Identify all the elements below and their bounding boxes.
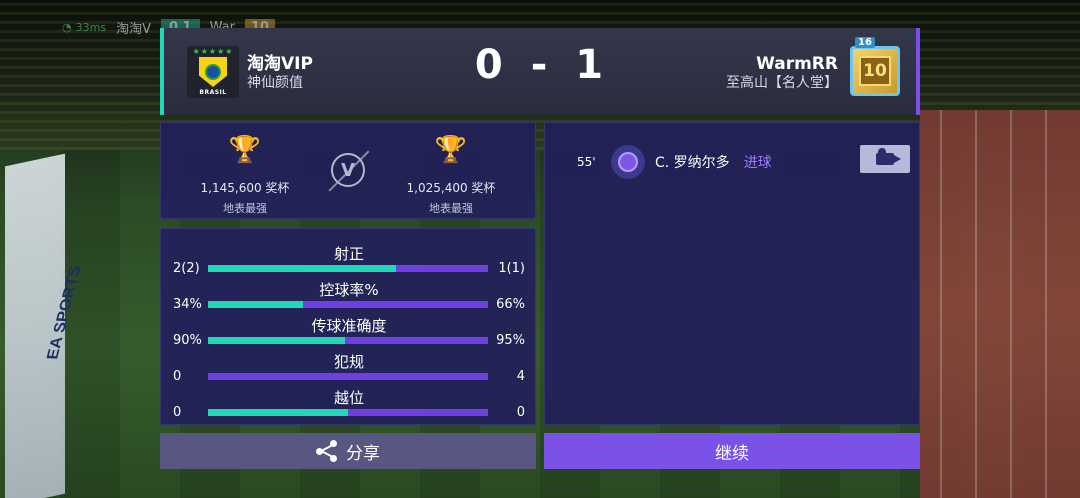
stat-away-value: 0 — [516, 405, 525, 420]
stat-bar — [208, 337, 488, 344]
away-division-badge: 16 10 — [850, 37, 900, 96]
away-trophy-count: 1,025,400 奖杯 — [406, 181, 496, 195]
vs-icon: V — [331, 153, 365, 187]
continue-label: 继续 — [715, 443, 749, 464]
share-label: 分享 — [346, 443, 380, 464]
trophy-icon: 🏆 — [434, 135, 468, 165]
event-row: 55' C. 罗纳尔多 进球 — [577, 145, 772, 179]
stat-row: 犯规 0 4 — [161, 351, 537, 387]
stat-home-value: 0 — [173, 405, 182, 420]
stat-home-value: 0 — [173, 369, 182, 384]
trophy-icon: 🏆 — [228, 135, 262, 165]
stat-bar — [208, 265, 488, 272]
continue-button[interactable]: 继续 — [544, 433, 920, 469]
running-track — [920, 110, 1080, 498]
away-team-name: WarmRR — [756, 54, 838, 74]
stat-row: 越位 0 0 — [161, 387, 537, 423]
stat-home-value: 2(2) — [173, 261, 200, 276]
hud-home-name: 淘淘V — [116, 21, 151, 37]
event-player: C. 罗纳尔多 — [655, 155, 730, 171]
ping-indicator: ◔ 33ms — [62, 20, 107, 34]
home-trophy-count: 1,145,600 奖杯 — [200, 181, 290, 195]
stat-bar — [208, 373, 488, 380]
event-minute: 55' — [577, 155, 596, 169]
badge-level: 10 — [859, 56, 891, 86]
away-score: 1 — [575, 42, 606, 88]
stat-home-value: 34% — [173, 297, 202, 312]
event-type: 进球 — [743, 155, 772, 171]
stat-away-value: 4 — [516, 369, 525, 384]
wifi-icon: ◔ — [62, 20, 72, 34]
stat-home-value: 90% — [173, 333, 202, 348]
match-header: ★★★★★ BRASIL 淘淘VIP 神仙颜值 0-1 WarmRR 至高山【名… — [160, 28, 920, 115]
away-team-subtitle: 至高山【名人堂】 — [726, 75, 838, 91]
share-button[interactable]: 分享 — [160, 433, 536, 469]
replay-video-button[interactable] — [860, 145, 910, 173]
trophies-panel: 🏆 1,145,600 奖杯 地表最强 V 🏆 1,025,400 奖杯 地表最… — [160, 122, 536, 219]
stat-label: 犯规 — [333, 353, 364, 371]
stat-away-value: 95% — [496, 333, 525, 348]
stat-away-value: 1(1) — [498, 261, 525, 276]
home-trophy-rank: 地表最强 — [223, 202, 267, 215]
score-separator: - — [530, 42, 550, 88]
stat-label: 传球准确度 — [311, 317, 387, 335]
away-trophy-rank: 地表最强 — [429, 202, 473, 215]
stat-label: 越位 — [333, 389, 364, 407]
away-team-info: WarmRR 至高山【名人堂】 — [726, 54, 838, 92]
stat-row: 传球准确度 90% 95% — [161, 315, 537, 351]
stat-away-value: 66% — [496, 297, 525, 312]
stat-bar — [208, 301, 488, 308]
match-events-panel: 55' C. 罗纳尔多 进球 — [544, 122, 920, 425]
home-score: 0 — [474, 42, 505, 88]
match-stats-panel: 射正 2(2) 1(1) 控球率% 34% 66% 传球准确度 90% 95% … — [160, 228, 536, 425]
stat-row: 射正 2(2) 1(1) — [161, 243, 537, 279]
stat-row: 控球率% 34% 66% — [161, 279, 537, 315]
video-camera-icon — [876, 148, 901, 165]
badge-tier: 16 — [855, 37, 875, 48]
home-trophies: 🏆 1,145,600 奖杯 地表最强 — [175, 135, 315, 216]
soccer-ball-icon — [611, 145, 645, 179]
away-trophies: 🏆 1,025,400 奖杯 地表最强 — [381, 135, 521, 216]
ad-board: EA SPORTS — [5, 153, 85, 498]
share-icon — [316, 440, 338, 462]
stat-label: 控球率% — [319, 281, 379, 299]
stat-label: 射正 — [333, 245, 364, 263]
stat-bar — [208, 409, 488, 416]
